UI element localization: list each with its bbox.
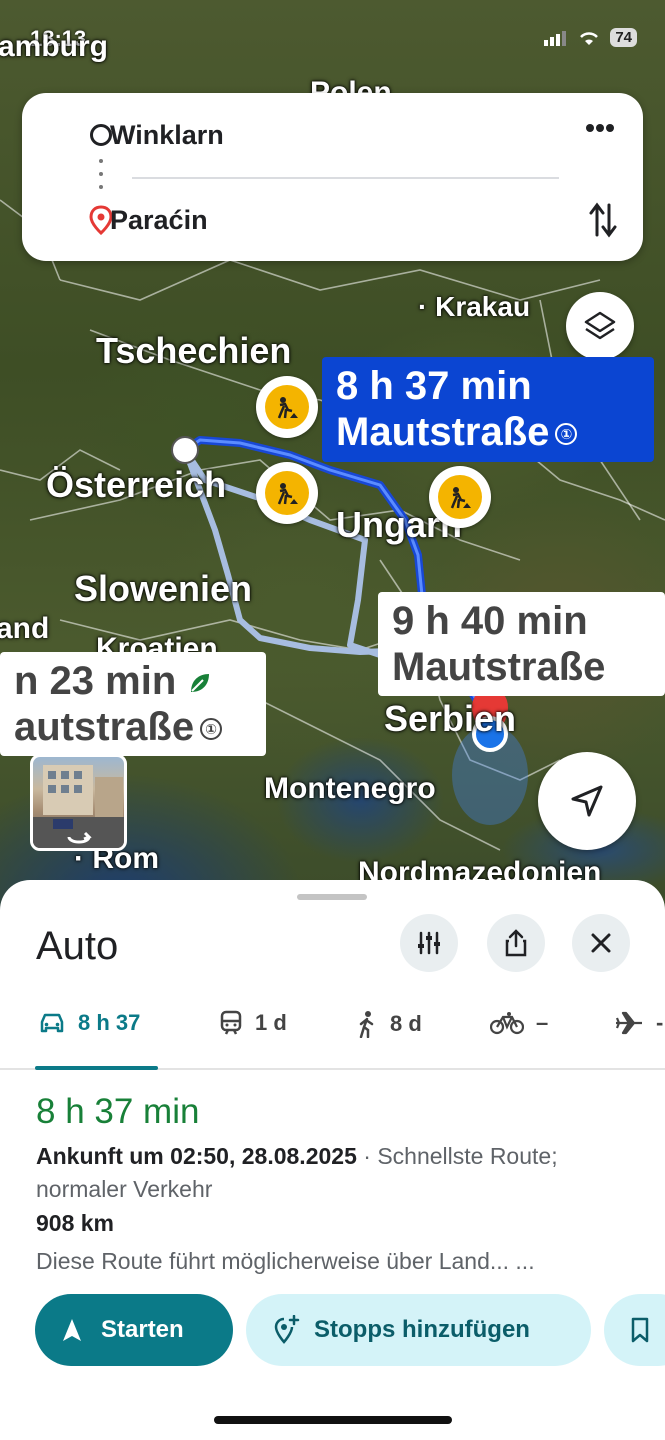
route-callout-note: Mautstraße [392, 645, 606, 689]
tab-flight[interactable]: - [614, 1010, 663, 1036]
street-view-thumbnail[interactable] [30, 754, 127, 851]
bike-icon [490, 1012, 524, 1035]
sheet-title: Auto [36, 924, 119, 968]
my-location-button[interactable] [538, 752, 636, 850]
destination-field[interactable]: Paraćin [110, 205, 208, 236]
map-label: amburg [0, 30, 109, 63]
travel-mode-tabs: 8 h 37 1 d 8 d – - [0, 1000, 665, 1070]
tab-car[interactable]: 8 h 37 [38, 1010, 140, 1036]
status-icons: 74 [544, 28, 637, 47]
route-callout-alternative[interactable]: n 23 min autstraße ① [0, 652, 266, 756]
battery-badge: 74 [610, 28, 637, 47]
toll-info-icon: ① [200, 718, 223, 741]
tab-bike-label: – [536, 1010, 549, 1035]
start-button[interactable]: Starten [35, 1294, 233, 1366]
field-divider [132, 177, 559, 179]
navigation-arrow-icon [571, 785, 603, 817]
tab-walk[interactable]: 8 d [356, 1010, 422, 1038]
roadwork-marker[interactable] [429, 466, 491, 528]
map-label: Serbien [384, 698, 517, 739]
route-callout-primary[interactable]: 8 h 37 min Mautstraße ① [322, 357, 654, 462]
route-callout-duration: 8 h 37 min [336, 364, 532, 408]
street-view-image [33, 765, 124, 848]
origin-field[interactable]: Winklarn [110, 120, 224, 151]
toll-info-icon: ① [555, 423, 578, 446]
map-view[interactable]: 18:13 74 amburg Polen · Krakau Tschechie… [0, 0, 665, 920]
route-description[interactable]: Diese Route führt möglicherweise über La… [36, 1248, 535, 1275]
close-icon [591, 933, 611, 953]
add-stops-button[interactable]: Stopps hinzufügen [246, 1294, 591, 1366]
origin-row[interactable]: Winklarn [22, 105, 643, 165]
walk-icon [359, 1011, 374, 1038]
share-button[interactable] [487, 914, 545, 972]
start-button-label: Starten [101, 1316, 184, 1343]
share-icon [505, 929, 527, 957]
roadwork-icon [265, 385, 309, 429]
map-label: · Krakau [418, 291, 531, 322]
home-indicator[interactable] [214, 1416, 452, 1424]
wifi-icon [580, 31, 599, 45]
route-callout-note: Mautstraße [336, 410, 550, 454]
route-callout-duration: n 23 min [14, 659, 177, 703]
map-label: Österreich [46, 464, 227, 505]
roadwork-marker[interactable] [256, 462, 318, 524]
directions-search-card: Winklarn Paraćin [22, 93, 643, 261]
map-label: Slowenien [74, 568, 253, 609]
directions-sheet: Auto 8 h 37 1 d 8 d – - 8 h 37 min Ankun… [0, 880, 665, 1440]
sheet-drag-handle[interactable] [297, 894, 367, 900]
route-callout-alternative[interactable]: 9 h 40 min Mautstraße [378, 592, 665, 696]
route-options-button[interactable] [400, 914, 458, 972]
roadwork-icon [265, 471, 309, 515]
navigate-icon [63, 1319, 81, 1341]
route-arrival-info: Ankunft um 02:50, 28.08.2025 · Schnellst… [36, 1140, 636, 1206]
map-label-text: Krakau [435, 291, 531, 322]
add-stop-icon [274, 1315, 300, 1344]
layers-button[interactable] [566, 292, 634, 360]
tab-transit-label: 1 d [255, 1010, 287, 1035]
plane-icon [615, 1011, 642, 1035]
layers-icon [584, 311, 616, 340]
tab-transit[interactable]: 1 d [219, 1010, 287, 1036]
save-button[interactable] [604, 1294, 665, 1366]
add-stops-label: Stopps hinzufügen [314, 1316, 530, 1343]
more-options-icon[interactable] [585, 123, 615, 133]
origin-circle-icon [90, 124, 112, 146]
roadwork-icon [438, 475, 482, 519]
tab-bike[interactable]: – [490, 1010, 548, 1036]
close-button[interactable] [572, 914, 630, 972]
arrival-time: Ankunft um 02:50, 28.08.2025 [36, 1143, 357, 1169]
active-tab-indicator [35, 1066, 158, 1070]
route-dots-icon [99, 159, 103, 189]
route-callout-duration: 9 h 40 min [392, 599, 588, 643]
tab-car-label: 8 h 37 [78, 1010, 141, 1035]
map-label: Tschechien [96, 330, 292, 371]
destination-row[interactable]: Paraćin [22, 190, 643, 250]
map-label: Montenegro [264, 772, 436, 805]
tab-flight-label: - [656, 1010, 664, 1035]
route-duration: 8 h 37 min [36, 1092, 200, 1131]
eco-leaf-icon [191, 674, 210, 693]
signal-icon [544, 30, 567, 46]
swap-icon[interactable] [589, 201, 617, 239]
roadwork-marker[interactable] [256, 376, 318, 438]
car-icon [40, 1013, 64, 1033]
route-callout-note: autstraße [14, 705, 195, 749]
tab-walk-label: 8 d [390, 1011, 422, 1036]
train-icon [220, 1010, 242, 1035]
bookmark-icon [631, 1317, 649, 1343]
route-distance: 908 km [36, 1210, 115, 1236]
map-label: and [0, 612, 50, 645]
sliders-icon [418, 931, 440, 955]
